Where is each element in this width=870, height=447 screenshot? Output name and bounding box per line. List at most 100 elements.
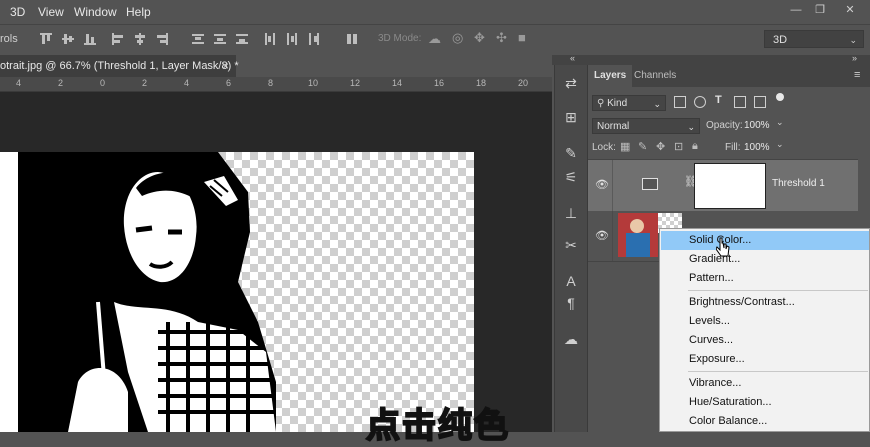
chevron-down-icon: ⌄ (687, 122, 695, 132)
history-panel-icon[interactable]: ⇄ (561, 73, 581, 93)
tab-layers[interactable]: Layers (588, 65, 633, 87)
filter-smart-object-icon[interactable] (754, 96, 766, 108)
ruler-number: 0 (100, 78, 106, 88)
3d-mode-label: 3D Mode: (378, 33, 422, 44)
filter-pixel-icon[interactable] (674, 96, 686, 108)
align-horizontal-centers-icon[interactable] (134, 33, 146, 45)
distribute-right-icon[interactable] (308, 33, 320, 45)
tools-presets-icon[interactable]: ✂ (561, 235, 581, 255)
panel-collapse-bar[interactable]: « » (552, 53, 870, 65)
menu-item-exposure[interactable]: Exposure... (661, 350, 869, 369)
search-icon: ⚲ (597, 98, 608, 109)
properties-panel-icon[interactable]: ⊞ (561, 107, 581, 127)
menu-window[interactable]: Window (74, 5, 117, 19)
auto-align-icon[interactable] (346, 33, 358, 45)
filter-adjustment-icon[interactable] (694, 96, 706, 108)
menu-item-solid-color[interactable]: Solid Color... (661, 231, 869, 250)
lock-position-icon[interactable]: ✥ (656, 140, 665, 153)
align-right-edges-icon[interactable] (156, 33, 168, 45)
ruler-number: 16 (434, 78, 445, 88)
menu-view[interactable]: View (38, 5, 64, 19)
chevron-down-icon: ⌄ (849, 35, 857, 45)
menu-item-pattern[interactable]: Pattern... (661, 269, 869, 288)
workspace-select[interactable]: 3D ⌄ (764, 30, 864, 48)
menu-separator (688, 290, 868, 291)
clone-source-icon[interactable]: ⊥ (561, 203, 581, 223)
menu-item-gradient[interactable]: Gradient... (661, 250, 869, 269)
minimize-icon[interactable]: — (788, 3, 804, 17)
chevron-down-icon[interactable]: ⌄ (776, 139, 784, 150)
distribute-left-icon[interactable] (264, 33, 276, 45)
layer-thumbnail[interactable] (618, 213, 658, 257)
adjustment-layer-menu: Solid Color... Gradient... Pattern... Br… (659, 228, 870, 432)
lock-all-icon[interactable]: 🔒︎ (692, 140, 698, 153)
threshold-portrait-image (18, 152, 276, 432)
lock-artboard-icon[interactable]: ⊡ (674, 140, 683, 153)
distribute-bottom-icon[interactable] (236, 33, 248, 45)
options-bar: rols 3D Mode: ☁ ◎ ✥ ✣ ■ 3D ⌄ (0, 24, 870, 56)
3d-pan-icon[interactable]: ✥ (474, 30, 485, 46)
distribute-top-icon[interactable] (192, 33, 204, 45)
3d-roll-icon[interactable]: ◎ (452, 30, 463, 46)
lock-transparent-icon[interactable]: ▦ (620, 140, 630, 153)
layer-name[interactable]: Threshold 1 (772, 178, 825, 189)
divider (612, 211, 613, 261)
filter-toggle-icon[interactable] (776, 93, 784, 101)
restore-icon[interactable]: ❐ (812, 3, 828, 17)
workspace-value: 3D (773, 34, 788, 46)
chevron-down-icon[interactable]: ⌄ (776, 117, 784, 128)
threshold-adjustment-icon (642, 178, 658, 190)
horizontal-ruler: 4 2 0 2 4 6 8 10 12 14 16 18 20 (0, 77, 552, 92)
document-tab[interactable]: otrait.jpg @ 66.7% (Threshold 1, Layer M… (0, 55, 239, 77)
filter-shape-icon[interactable] (734, 96, 746, 108)
filter-type-icon[interactable]: T (715, 94, 722, 106)
collapse-right-icon[interactable]: » (852, 53, 857, 63)
menu-item-levels[interactable]: Levels... (661, 312, 869, 331)
tab-close-icon[interactable]: × (222, 55, 229, 77)
opacity-value[interactable]: 100% (744, 120, 770, 131)
filter-kind-select[interactable]: ⚲ Kind ⌄ (592, 95, 666, 111)
distribute-vcenter-icon[interactable] (214, 33, 226, 45)
lock-image-icon[interactable]: ✎ (638, 140, 647, 153)
adjustments-panel-icon[interactable]: ⚟ (561, 167, 581, 187)
menu-separator (688, 371, 868, 372)
ruler-number: 12 (350, 78, 361, 88)
menu-bar: 3D View Window Help — ❐ ✕ (0, 0, 870, 24)
close-icon[interactable]: ✕ (842, 3, 858, 17)
brushes-panel-icon[interactable]: ✎ (561, 143, 581, 163)
3d-slide-icon[interactable]: ✣ (496, 30, 507, 46)
ruler-number: 10 (308, 78, 319, 88)
document-canvas[interactable] (18, 152, 474, 432)
menu-item-hue-saturation[interactable]: Hue/Saturation... (661, 393, 869, 412)
document-tab-bar: otrait.jpg @ 66.7% (Threshold 1, Layer M… (0, 55, 552, 77)
visibility-eye-icon[interactable]: 👁︎ (595, 180, 609, 191)
layer-row[interactable]: 👁︎ ⛓︎ Threshold 1 (588, 159, 858, 213)
libraries-panel-icon[interactable]: ☁ (561, 329, 581, 349)
visibility-eye-icon[interactable]: 👁︎ (595, 231, 609, 242)
tab-channels[interactable]: Channels (628, 65, 682, 87)
collapse-left-icon[interactable]: « (570, 53, 575, 63)
align-left-edges-icon[interactable] (112, 33, 124, 45)
opacity-label: Opacity: (706, 120, 743, 131)
menu-item-vibrance[interactable]: Vibrance... (661, 374, 869, 393)
panel-menu-icon[interactable]: ≡ (854, 69, 860, 81)
distribute-hcenter-icon[interactable] (286, 33, 298, 45)
filter-kind-value: Kind (607, 98, 628, 109)
fill-value[interactable]: 100% (744, 142, 770, 153)
canvas-edge (0, 152, 18, 432)
align-bottom-edges-icon[interactable] (84, 33, 96, 45)
3d-scale-icon[interactable]: ■ (518, 30, 526, 45)
canvas-area[interactable] (0, 92, 552, 432)
menu-help[interactable]: Help (126, 5, 151, 19)
character-panel-icon[interactable]: A (561, 271, 581, 291)
menu-item-color-balance[interactable]: Color Balance... (661, 412, 869, 431)
menu-item-curves[interactable]: Curves... (661, 331, 869, 350)
layer-mask-thumbnail[interactable] (694, 163, 766, 209)
menu-item-brightness-contrast[interactable]: Brightness/Contrast... (661, 293, 869, 312)
align-vertical-centers-icon[interactable] (62, 33, 74, 45)
blend-mode-select[interactable]: Normal ⌄ (592, 118, 700, 134)
align-top-edges-icon[interactable] (40, 33, 52, 45)
paragraph-panel-icon[interactable]: ¶ (561, 293, 581, 313)
menu-3d[interactable]: 3D (10, 5, 25, 19)
3d-orbit-icon[interactable]: ☁ (428, 31, 441, 47)
